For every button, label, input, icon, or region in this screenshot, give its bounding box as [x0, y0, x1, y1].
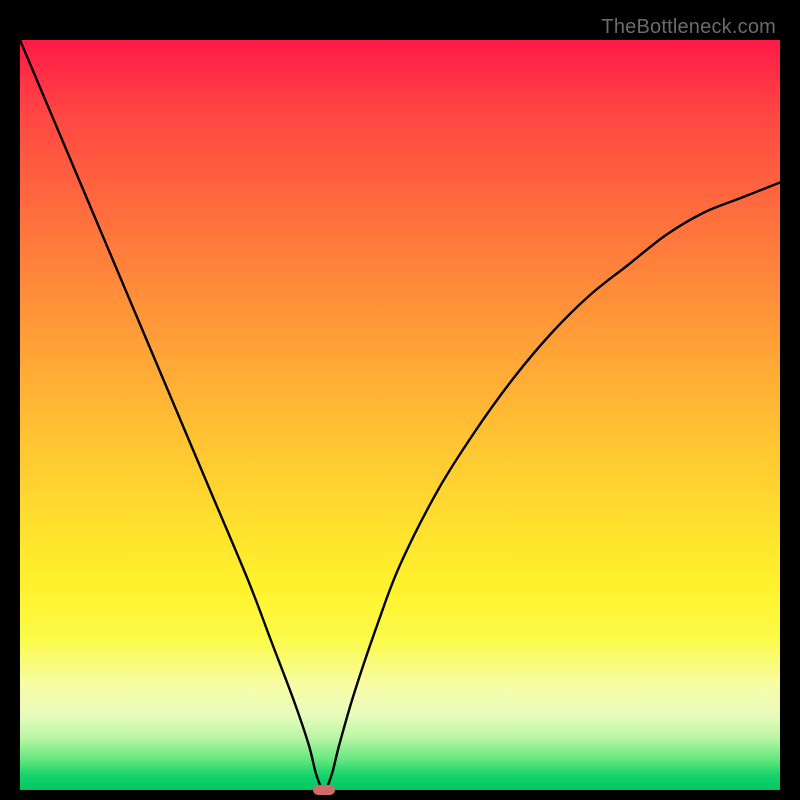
minimum-marker — [313, 785, 335, 795]
chart-frame: TheBottleneck.com — [10, 10, 790, 790]
plot-area — [20, 40, 780, 790]
watermark-text: TheBottleneck.com — [601, 16, 776, 39]
bottleneck-curve — [20, 40, 780, 790]
